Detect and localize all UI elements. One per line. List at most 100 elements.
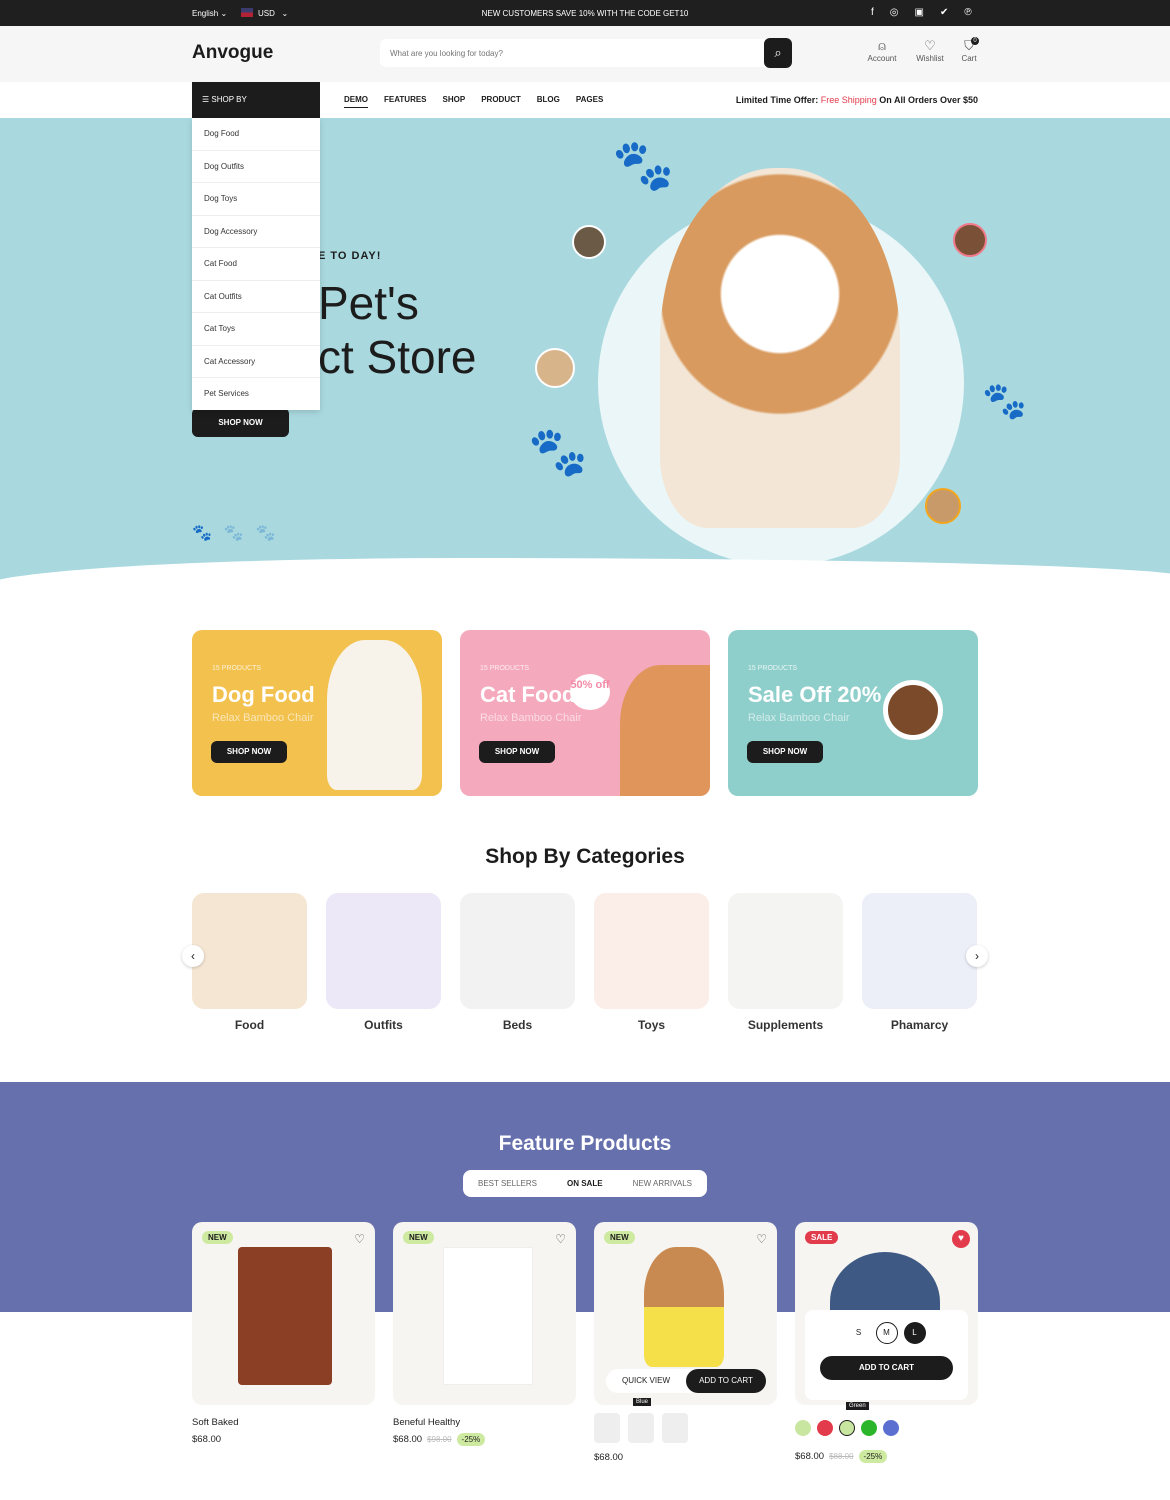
product-card[interactable]: SALE ♥ S M L ADD TO CART <box>795 1222 978 1405</box>
add-to-cart-button[interactable]: ADD TO CART <box>820 1356 953 1380</box>
color-dot[interactable] <box>883 1420 899 1436</box>
category-outfits[interactable] <box>326 893 441 1009</box>
category-label: Supplements <box>747 1018 824 1032</box>
category-supplements[interactable] <box>728 893 843 1009</box>
product-name[interactable]: Soft Baked <box>192 1417 238 1428</box>
promo-count: 15 PRODUCTS <box>480 665 530 672</box>
dropdown-item[interactable]: Cat Outfits <box>192 281 320 313</box>
new-badge: NEW <box>604 1231 635 1244</box>
nav-features[interactable]: FEATURES <box>384 95 427 108</box>
old-price: $88.00 <box>829 1452 854 1461</box>
dropdown-item[interactable]: Cat Toys <box>192 313 320 346</box>
color-dot[interactable] <box>839 1420 855 1436</box>
dropdown-item[interactable]: Dog Toys <box>192 183 320 216</box>
dropdown-item[interactable]: Dog Food <box>192 118 320 151</box>
product-price: $68.00 <box>594 1452 624 1463</box>
promo-count: 15 PRODUCTS <box>212 665 262 672</box>
color-dot[interactable] <box>861 1420 877 1436</box>
dropdown-item[interactable]: Cat Food <box>192 248 320 281</box>
category-beds[interactable] <box>460 893 575 1009</box>
logo[interactable]: Anvogue <box>192 42 273 64</box>
heart-icon[interactable]: ♡ <box>555 1232 566 1246</box>
size-l[interactable]: L <box>903 1322 926 1344</box>
size-m[interactable]: M <box>875 1322 898 1344</box>
search-input[interactable] <box>380 39 766 67</box>
cart-button[interactable]: ⛉ Cart 0 <box>956 37 982 63</box>
color-dot[interactable] <box>817 1420 833 1436</box>
nav-blog[interactable]: BLOG <box>537 95 560 108</box>
tab-on-sale[interactable]: ON SALE <box>567 1179 603 1188</box>
account-button[interactable]: ⍝ Account <box>864 38 900 63</box>
corgi-image <box>660 168 900 528</box>
slider-pagination[interactable]: 🐾🐾🐾 <box>192 523 288 543</box>
top-bar: English ⌄ USD ⌄ NEW CUSTOMERS SAVE 10% W… <box>0 0 1170 26</box>
dropdown-item[interactable]: Dog Outfits <box>192 151 320 183</box>
next-arrow-icon[interactable]: › <box>966 945 988 967</box>
add-to-cart-button[interactable]: ADD TO CART <box>686 1369 766 1393</box>
promo-subtitle: Relax Bamboo Chair <box>748 712 850 724</box>
announcement: NEW CUSTOMERS SAVE 10% WITH THE CODE GET… <box>481 9 689 18</box>
hero-shop-now-button[interactable]: SHOP NOW <box>192 408 289 437</box>
discount-badge: -25% <box>456 1433 486 1446</box>
color-tooltip: Green <box>846 1402 869 1410</box>
torn-edge <box>0 558 1170 583</box>
swatch[interactable] <box>662 1413 688 1443</box>
offer-suffix: On All Orders Over $50 <box>876 95 978 105</box>
color-dot[interactable] <box>795 1420 811 1436</box>
category-toys[interactable] <box>594 893 709 1009</box>
nav-pages[interactable]: PAGES <box>576 95 603 108</box>
product-card[interactable]: NEW ♡ <box>393 1222 576 1405</box>
tab-best-sellers[interactable]: BEST SELLERS <box>478 1179 537 1188</box>
quick-view-button[interactable]: QUICK VIEW <box>606 1369 686 1393</box>
nav-shop[interactable]: SHOP <box>443 95 466 108</box>
product-price-row: $68.00 <box>192 1434 221 1445</box>
paw-dot[interactable]: 🐾 <box>256 525 288 542</box>
heart-icon[interactable]: ♡ <box>354 1232 365 1246</box>
dropdown-item[interactable]: Pet Services <box>192 378 320 411</box>
size-options: S M L <box>805 1322 968 1344</box>
social-icons[interactable]: f◎▣✔℗ <box>871 7 988 18</box>
size-s[interactable]: S <box>848 1322 870 1344</box>
product-card[interactable]: NEW ♡ QUICK VIEW ADD TO CART <box>594 1222 777 1405</box>
cart-label: Cart <box>961 54 977 63</box>
dropdown-item[interactable]: Cat Accessory <box>192 346 320 378</box>
food-bowl-image <box>883 680 943 740</box>
search-icon: ⌕ <box>774 45 782 60</box>
paw-dot-active[interactable]: 🐾 <box>192 525 224 542</box>
product-name[interactable]: Beneful Healthy <box>393 1417 460 1428</box>
category-dropdown: Dog Food Dog Outfits Dog Toys Dog Access… <box>192 118 320 410</box>
promo-shop-now-button[interactable]: SHOP NOW <box>747 741 823 763</box>
product-card[interactable]: NEW ♡ <box>192 1222 375 1405</box>
promo-card-sale[interactable]: 15 PRODUCTS Sale Off 20% Relax Bamboo Ch… <box>728 630 978 796</box>
nav-product[interactable]: PRODUCT <box>481 95 521 108</box>
color-swatches <box>594 1413 688 1443</box>
dog-image <box>327 640 422 790</box>
nav-links: DEMO FEATURES SHOP PRODUCT BLOG PAGES <box>344 95 603 108</box>
heart-filled-icon[interactable]: ♥ <box>952 1230 970 1248</box>
category-pharmacy[interactable] <box>862 893 977 1009</box>
dropdown-item[interactable]: Dog Accessory <box>192 216 320 248</box>
swatch[interactable] <box>594 1413 620 1443</box>
shop-by-button[interactable]: ☰ SHOP BY <box>192 82 320 118</box>
search-button[interactable]: ⌕ <box>764 38 792 68</box>
cart-count: 0 <box>971 37 979 45</box>
promo-card-cat-food[interactable]: 15 PRODUCTS Cat Food 50% off Relax Bambo… <box>460 630 710 796</box>
tab-new-arrivals[interactable]: NEW ARRIVALS <box>633 1179 692 1188</box>
swatch[interactable] <box>628 1413 654 1443</box>
color-dots <box>795 1420 899 1436</box>
paw-icon: 🐾 <box>982 380 1027 421</box>
prev-arrow-icon[interactable]: ‹ <box>182 945 204 967</box>
promo-shop-now-button[interactable]: SHOP NOW <box>211 741 287 763</box>
wishlist-button[interactable]: ♡ Wishlist <box>911 38 949 63</box>
discount-sticker: 50% off <box>570 674 610 710</box>
promo-card-dog-food[interactable]: 15 PRODUCTS Dog Food Relax Bamboo Chair … <box>192 630 442 796</box>
paw-dot[interactable]: 🐾 <box>224 525 256 542</box>
category-label: Food <box>234 1018 265 1032</box>
promo-subtitle: Relax Bamboo Chair <box>212 712 314 724</box>
category-food[interactable] <box>192 893 307 1009</box>
promo-shop-now-button[interactable]: SHOP NOW <box>479 741 555 763</box>
product-image <box>443 1247 533 1385</box>
nav-demo[interactable]: DEMO <box>344 95 368 108</box>
heart-icon[interactable]: ♡ <box>756 1232 767 1246</box>
user-icon: ⍝ <box>878 38 886 53</box>
